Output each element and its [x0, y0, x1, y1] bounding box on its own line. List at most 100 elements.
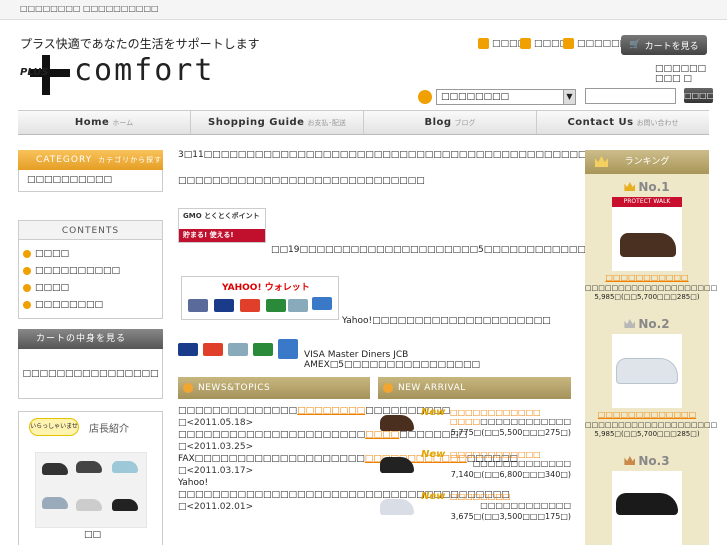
arrival-price: 3,675□(□□3,500□□□175□) [450, 512, 571, 521]
news-item[interactable]: Yahoo!□□□□□□□□□□□□□□□□□□□□□□□□□□□□□□□□□□… [178, 477, 510, 501]
gmo-point-banner[interactable]: GMO とくとくポイント 貯まる! 使える! [178, 208, 266, 243]
nav-contact[interactable]: Contact Us お問い合わせ [537, 111, 709, 134]
shoe-image [76, 461, 102, 473]
amex-card-icon [278, 339, 298, 359]
bullet-icon [23, 249, 31, 258]
arrival-price: 7,140□(□□6,800□□□340□) [450, 470, 571, 479]
ranking-item-2[interactable]: No.2 □□□□□□□□□□□□□ □□□□□□□□□□□□□□□□□□□□ … [585, 317, 718, 438]
arrival-name: □□□□□□□□ [450, 492, 511, 501]
nav-blog-label: Blog [424, 117, 452, 128]
arrival-price: 5,775□(□□5,500□□□275□) [450, 428, 571, 437]
side-cart-header[interactable]: カートの中身を見る [18, 329, 163, 349]
rank-number: No.1 [585, 180, 709, 194]
manager-box[interactable]: いらっしゃいませ 店長紹介 □□ [18, 411, 163, 545]
shoe-image [380, 499, 414, 515]
visa-card-icon [214, 299, 234, 312]
new-badge: New [421, 491, 446, 502]
search-category-select[interactable]: □□□□□□□□ ▼ [436, 89, 576, 105]
view-cart-label: カートを見る [644, 41, 699, 52]
bullet-icon [23, 266, 31, 275]
ranking-item-3[interactable]: No.3 [585, 454, 709, 545]
search-input[interactable] [585, 88, 676, 104]
visa-card-icon [178, 343, 198, 356]
logo-plus-text: PLUS [20, 67, 49, 78]
view-cart-button[interactable]: 🛒 カートを見る [621, 35, 707, 55]
product-image[interactable] [612, 334, 682, 408]
contents-header: CONTENTS [18, 220, 163, 240]
arrival-item[interactable]: New □□□□□□□□□□□□ □□□□□□□□□□□□□ 7,140□(□□… [378, 447, 573, 489]
news-date: □<2011.03.17> [178, 466, 254, 476]
util-link-2[interactable]: □□□□ [520, 38, 568, 49]
shoe-image [616, 493, 678, 515]
category-sub: カテゴリから探す [98, 156, 163, 164]
manager-title: 店長紹介 [89, 424, 129, 435]
user-icon [563, 38, 574, 49]
master-card-icon [203, 343, 223, 356]
new-arrival-list: New □□□□□□□□□□□□ □□□□ □□□□□□□□□□□□ 5,775… [378, 405, 573, 531]
news-item[interactable]: FAX□□□□□□□□□□□□□□□□□□□□□□□□□□□□□□□□□□□□□… [178, 453, 518, 465]
nav-shopping-guide-sub: お支払･配送 [307, 119, 346, 127]
news-header: NEWS&TOPICS [178, 377, 370, 399]
rank-product-name[interactable]: □□□□□□□□□□□ [585, 273, 709, 282]
contents-item[interactable]: □□□□□□□□□□ [23, 262, 158, 279]
news-item[interactable]: □□□□□□□□□□□□□□□□□□□□□□□□□□□□□□□□ [178, 405, 450, 417]
nav-shopping-guide[interactable]: Shopping Guide お支払･配送 [191, 111, 364, 134]
jcb-card-icon [253, 343, 273, 356]
contents-title: CONTENTS [61, 226, 120, 236]
arrival-item[interactable]: New □□□□□□□□ □□□□□□□□□□□□ 3,675□(□□3,500… [378, 489, 573, 531]
notice-paragraph-2: □□□□□□□□□□□□□□□□□□□□□□□□□□□□□ [178, 176, 425, 186]
rank-product-desc: □□□□□□□□□□□□□□□□□□□□ [585, 284, 718, 292]
nav-contact-label: Contact Us [567, 117, 634, 128]
contents-item-label: □□□□ [35, 282, 70, 293]
manager-photo [35, 452, 147, 528]
ranking-header: ランキング [585, 150, 709, 174]
rank-product-desc: □□□□□□□□□□□□□□□□□□□□ [585, 421, 718, 429]
rank-number-label: No.3 [638, 454, 670, 468]
login-icon [478, 38, 489, 49]
search-category-row: □□□□□□□□ ▼ [418, 88, 576, 106]
contents-item[interactable]: □□□□□□□□ [23, 296, 158, 313]
util-link-1[interactable]: □□□□ [478, 38, 526, 49]
contents-item[interactable]: □□□□ [23, 279, 158, 296]
news-item[interactable]: □□□□□□□□□□□□□□□□□□□□□□□□□□□□□□□□□□ [178, 429, 467, 441]
side-cart-title: カートの中身を見る [36, 334, 127, 344]
amex-card-icon [312, 297, 332, 310]
ranking-sidebar: ランキング No.1 PROTECT WALK □□□□□□□□□□□ □□□□… [585, 150, 718, 545]
product-image[interactable]: PROTECT WALK [612, 197, 682, 271]
yahoo-card-icon [188, 299, 208, 312]
shoe-image [42, 463, 68, 475]
rank-number: No.3 [585, 454, 709, 468]
shoe-image [112, 499, 138, 511]
search-button[interactable]: □□□□ [684, 88, 714, 103]
search-category-value: □□□□□□□□ [441, 92, 510, 102]
news-link[interactable]: □□□□□□□□ [297, 406, 365, 416]
nav-contact-sub: お問い合わせ [636, 119, 679, 127]
nav-blog[interactable]: Blog ブログ [364, 111, 537, 134]
nav-home-label: Home [74, 117, 110, 128]
ranking-item-1[interactable]: No.1 PROTECT WALK □□□□□□□□□□□ □□□□□□□□□□… [585, 180, 718, 301]
nav-home[interactable]: Home ホーム [18, 111, 191, 134]
contents-item-label: □□□□□□□□□□ [35, 265, 121, 276]
welcome-badge: いらっしゃいませ [29, 418, 79, 436]
crown-icon [624, 456, 636, 465]
new-badge: New [421, 407, 446, 418]
manager-caption: □□ [84, 530, 102, 540]
lock-icon [520, 38, 531, 49]
new-badge: New [421, 449, 446, 460]
yahoo-wallet-banner[interactable]: YAHOO! ウォレット [181, 276, 339, 320]
rank-product-price: 5,985□(□□5,700□□□285□) [594, 293, 700, 301]
rank-product-name[interactable]: □□□□□□□□□□□□□ [585, 410, 709, 419]
arrival-item[interactable]: New □□□□□□□□□□□□ □□□□ □□□□□□□□□□□□ 5,775… [378, 405, 573, 447]
product-image-label: PROTECT WALK [612, 197, 682, 207]
left-sidebar: CATEGORY カテゴリから探す □□□□□□□□□□ CONTENTS □□□… [18, 150, 163, 545]
category-item[interactable]: □□□□□□□□□□ [27, 175, 112, 185]
contents-item[interactable]: □□□□ [23, 245, 158, 262]
notice-paragraph-1: 3□11□□□□□□□□□□□□□□□□□□□□□□□□□□□□□□□□□□□□… [178, 150, 646, 160]
diners-card-icon [288, 299, 308, 312]
product-image[interactable] [612, 471, 682, 545]
news-date: □<2011.02.01> [178, 502, 254, 512]
site-logo[interactable]: PLUS comfort [20, 53, 240, 95]
global-nav: Home ホーム Shopping Guide お支払･配送 Blog ブログ Con… [18, 110, 709, 135]
rank-number-label: No.1 [638, 180, 670, 194]
arrival-name: □□□□□□□□□□□□ [450, 450, 541, 459]
